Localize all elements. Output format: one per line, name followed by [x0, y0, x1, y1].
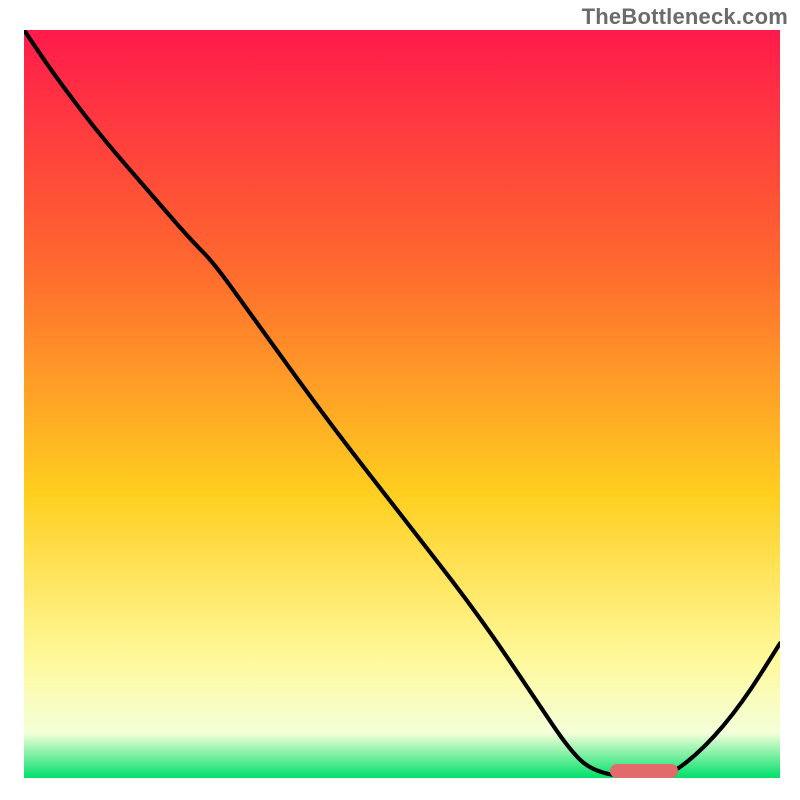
plot-area — [24, 30, 780, 778]
bottleneck-curve — [24, 30, 780, 778]
optimal-range-marker — [610, 764, 678, 778]
watermark-text: TheBottleneck.com — [582, 4, 788, 30]
chart-stage: TheBottleneck.com — [0, 0, 800, 800]
curve-path — [24, 30, 780, 778]
